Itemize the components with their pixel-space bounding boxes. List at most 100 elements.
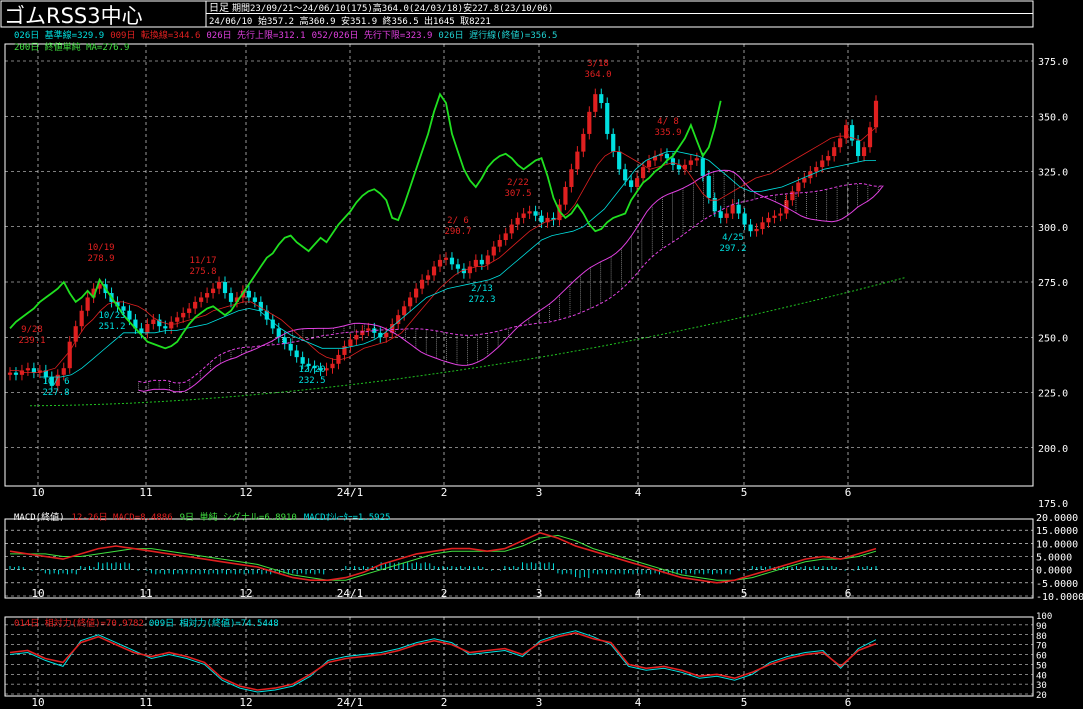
candle-body — [449, 257, 455, 265]
candle-body — [199, 297, 204, 302]
candle-body — [575, 151, 580, 170]
candle-body — [748, 224, 753, 232]
annotation-date: 3/18 — [587, 59, 609, 69]
candle-body — [443, 257, 449, 260]
annotation-date: 10/23 — [98, 311, 125, 321]
macd-y-tick: -10.0000 — [1036, 592, 1083, 603]
candle-body — [175, 317, 180, 322]
period-info: 期間23/09/21～24/06/10(175)高364.0(24/03/18)… — [232, 2, 553, 14]
macd-y-tick: -5.0000 — [1036, 579, 1078, 590]
rsi-y-tick: 40 — [1036, 671, 1047, 681]
candle-body — [605, 102, 610, 134]
candle-body — [509, 224, 514, 234]
candle-body — [742, 213, 747, 225]
candle-body — [539, 215, 544, 223]
candle-body — [838, 138, 843, 148]
candle-body — [181, 312, 186, 318]
legend-main-item: 052/026日 先行下限=323.9 — [312, 29, 433, 41]
candle-body — [533, 211, 538, 216]
rsi-x-tick: 11 — [139, 696, 152, 709]
rsi-x-tick: 12 — [239, 696, 252, 709]
price-x-tick: 6 — [845, 486, 852, 499]
candle-body — [790, 191, 795, 201]
legend-main-item: 200日 終値単純 MA=276.9 — [14, 41, 129, 53]
rsi-x-tick: 3 — [536, 696, 543, 709]
macd-y-tick: 15.0000 — [1036, 526, 1078, 537]
candle-body — [802, 178, 807, 183]
annotation-value: 278.9 — [87, 254, 114, 264]
candle-body — [688, 160, 693, 165]
candle-body — [163, 326, 168, 329]
candle-body — [587, 111, 592, 134]
legend-macd-item: 12-26日 MACD=8.4886 — [72, 512, 173, 523]
legend-main-item: 009日 転換線=344.6 — [110, 29, 200, 41]
candle-body — [700, 158, 705, 176]
candle-body — [814, 167, 819, 172]
legend-main-item: 026日 遅行線(終値)=356.5 — [438, 29, 557, 41]
chart-background — [0, 0, 1083, 709]
candle-body — [694, 158, 699, 161]
annotation-value: 239.1 — [18, 336, 45, 346]
rsi-x-tick: 6 — [845, 696, 852, 709]
candle-body — [216, 282, 222, 289]
candle-body — [145, 323, 150, 333]
candle-body — [193, 301, 198, 309]
candle-body — [730, 204, 735, 214]
rsi-y-tick: 60 — [1036, 652, 1047, 662]
candle-body — [294, 350, 299, 358]
candle-body — [455, 264, 461, 269]
macd-x-tick: 24/1 — [337, 587, 364, 600]
candle-body — [79, 310, 84, 327]
legend-macd-item: MACDｵｼﾚｰﾀｰ=1.5925 — [304, 512, 391, 523]
candle-body — [611, 133, 616, 152]
candle-body — [258, 301, 263, 311]
candle-body — [402, 306, 407, 316]
price-x-tick: 3 — [536, 486, 543, 499]
candle-body — [867, 127, 873, 148]
candle-body — [521, 213, 526, 218]
macd-x-tick: 5 — [741, 587, 748, 600]
legend-main-item: 026日 先行上限=312.1 — [206, 29, 305, 41]
rsi-y-tick: 70 — [1036, 642, 1047, 652]
annotation-value: 297.2 — [719, 244, 746, 254]
annotation-date: 2/13 — [471, 284, 493, 294]
candle-body — [467, 266, 472, 274]
candle-body — [288, 343, 293, 351]
candle-body — [354, 335, 359, 340]
annotation-date: 12/20 — [298, 365, 325, 375]
candle-body — [640, 167, 646, 179]
rsi-y-tick: 30 — [1036, 681, 1047, 691]
price-y-tick: 200.0 — [1038, 444, 1068, 455]
candle-body — [431, 266, 437, 276]
candle-body — [73, 326, 78, 342]
macd-x-tick: 12 — [239, 587, 252, 600]
candle-body — [718, 211, 723, 218]
candle-body — [169, 321, 174, 329]
price-x-tick: 11 — [139, 486, 152, 499]
annotation-date: 4/ 8 — [657, 117, 679, 127]
candle-body — [13, 372, 19, 375]
price-x-tick: 5 — [741, 486, 748, 499]
candle-body — [664, 153, 670, 159]
annotation-value: 232.5 — [298, 376, 325, 386]
candle-body — [873, 100, 879, 128]
candle-body — [246, 290, 251, 298]
annotation-value: 251.2 — [98, 322, 125, 332]
candle-body — [25, 368, 31, 371]
legend-macd-item: MACD(終値) — [14, 511, 65, 523]
macd-x-tick: 10 — [31, 587, 44, 600]
price-y-tick: 350.0 — [1038, 112, 1068, 123]
rsi-y-tick: 80 — [1036, 632, 1047, 642]
candle-body — [563, 186, 568, 205]
candle-body — [228, 293, 234, 302]
rsi-x-tick: 10 — [31, 696, 44, 709]
price-y-tick: 325.0 — [1038, 168, 1068, 179]
candle-body — [31, 368, 36, 373]
rsi-y-tick: 90 — [1036, 622, 1047, 632]
candle-body — [706, 175, 711, 199]
candle-body — [485, 255, 490, 265]
annotation-date: 4/25 — [722, 233, 744, 243]
candle-body — [330, 363, 335, 369]
rsi-y-tick: 50 — [1036, 661, 1047, 671]
price-x-tick: 4 — [635, 486, 642, 499]
